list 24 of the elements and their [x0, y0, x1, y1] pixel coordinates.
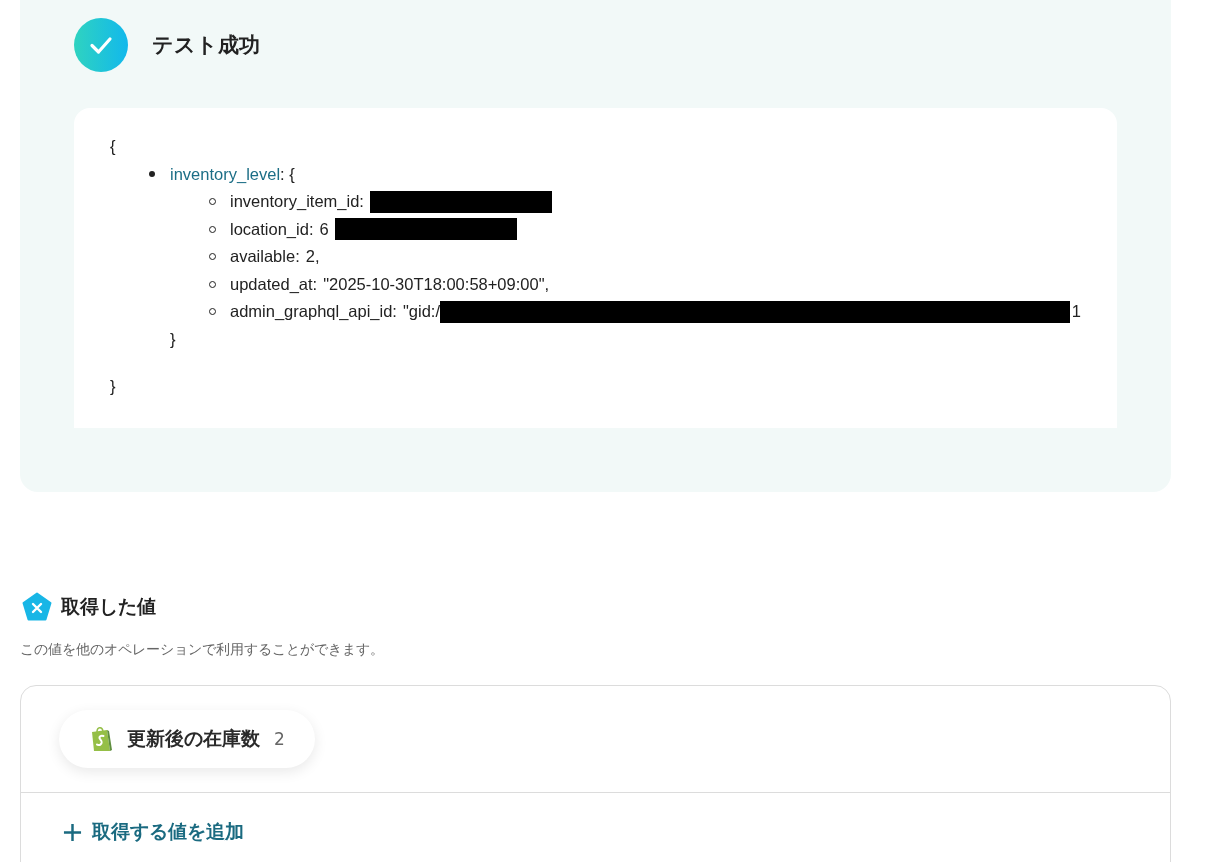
- code-text: admin_graphql_api_id:: [230, 302, 397, 322]
- bullet-icon: [149, 171, 155, 178]
- code-text: 6: [319, 219, 329, 239]
- code-text: "2025-10-30T18:00:58+09:00",: [323, 274, 550, 294]
- section-description: この値を他のオペレーションで利用することができます。: [20, 641, 385, 659]
- code-text: "gid:/: [402, 302, 440, 322]
- code-text: 2,: [305, 247, 320, 267]
- code-text: {: [110, 137, 116, 157]
- code-text: : {: [280, 164, 295, 184]
- add-value-button[interactable]: 取得する値を追加: [63, 819, 244, 845]
- code-text: location_id:: [230, 219, 314, 239]
- code-text: }: [170, 329, 176, 349]
- section-title: 取得した値: [61, 594, 156, 619]
- code-text: }: [110, 377, 116, 397]
- code-text: updated_at:: [230, 274, 318, 294]
- result-title: テスト成功: [152, 32, 260, 59]
- value-chip[interactable]: 更新後の在庫数 2: [59, 710, 315, 768]
- code-text: 1: [1071, 302, 1081, 322]
- pentagon-icon: [22, 592, 52, 622]
- code-text: available:: [230, 247, 300, 267]
- code-key: inventory_level: [170, 164, 281, 184]
- plus-icon: [63, 822, 82, 842]
- shopping-bag-icon: [89, 726, 113, 752]
- code-text: inventory_item_id:: [230, 192, 364, 212]
